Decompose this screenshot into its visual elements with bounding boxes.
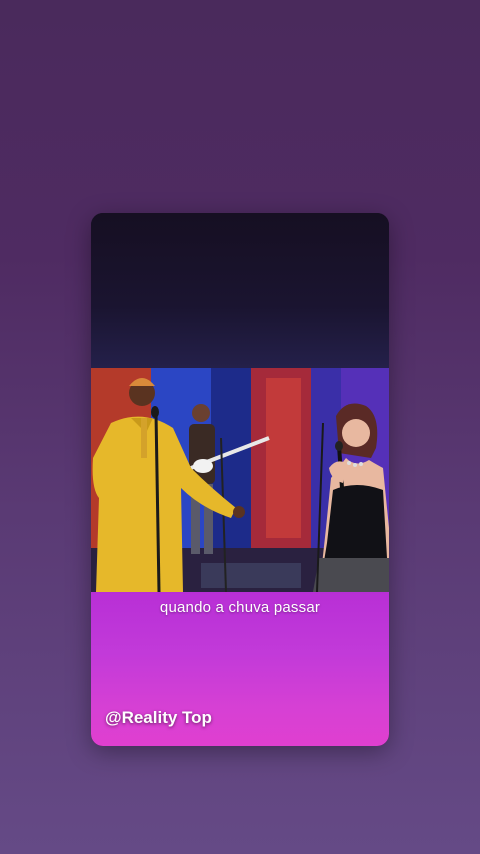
story-screen: { "video": { "subtitle": "quando a chuva… xyxy=(0,0,480,854)
channel-watermark: @Reality Top xyxy=(105,708,212,727)
video-subtitle: quando a chuva passar xyxy=(159,599,321,616)
video-frame[interactable] xyxy=(91,368,389,592)
story-video-card[interactable]: quando a chuva passar @Reality Top xyxy=(91,213,389,746)
video-top-letterbox xyxy=(91,213,389,368)
performance-video-image xyxy=(91,368,389,592)
